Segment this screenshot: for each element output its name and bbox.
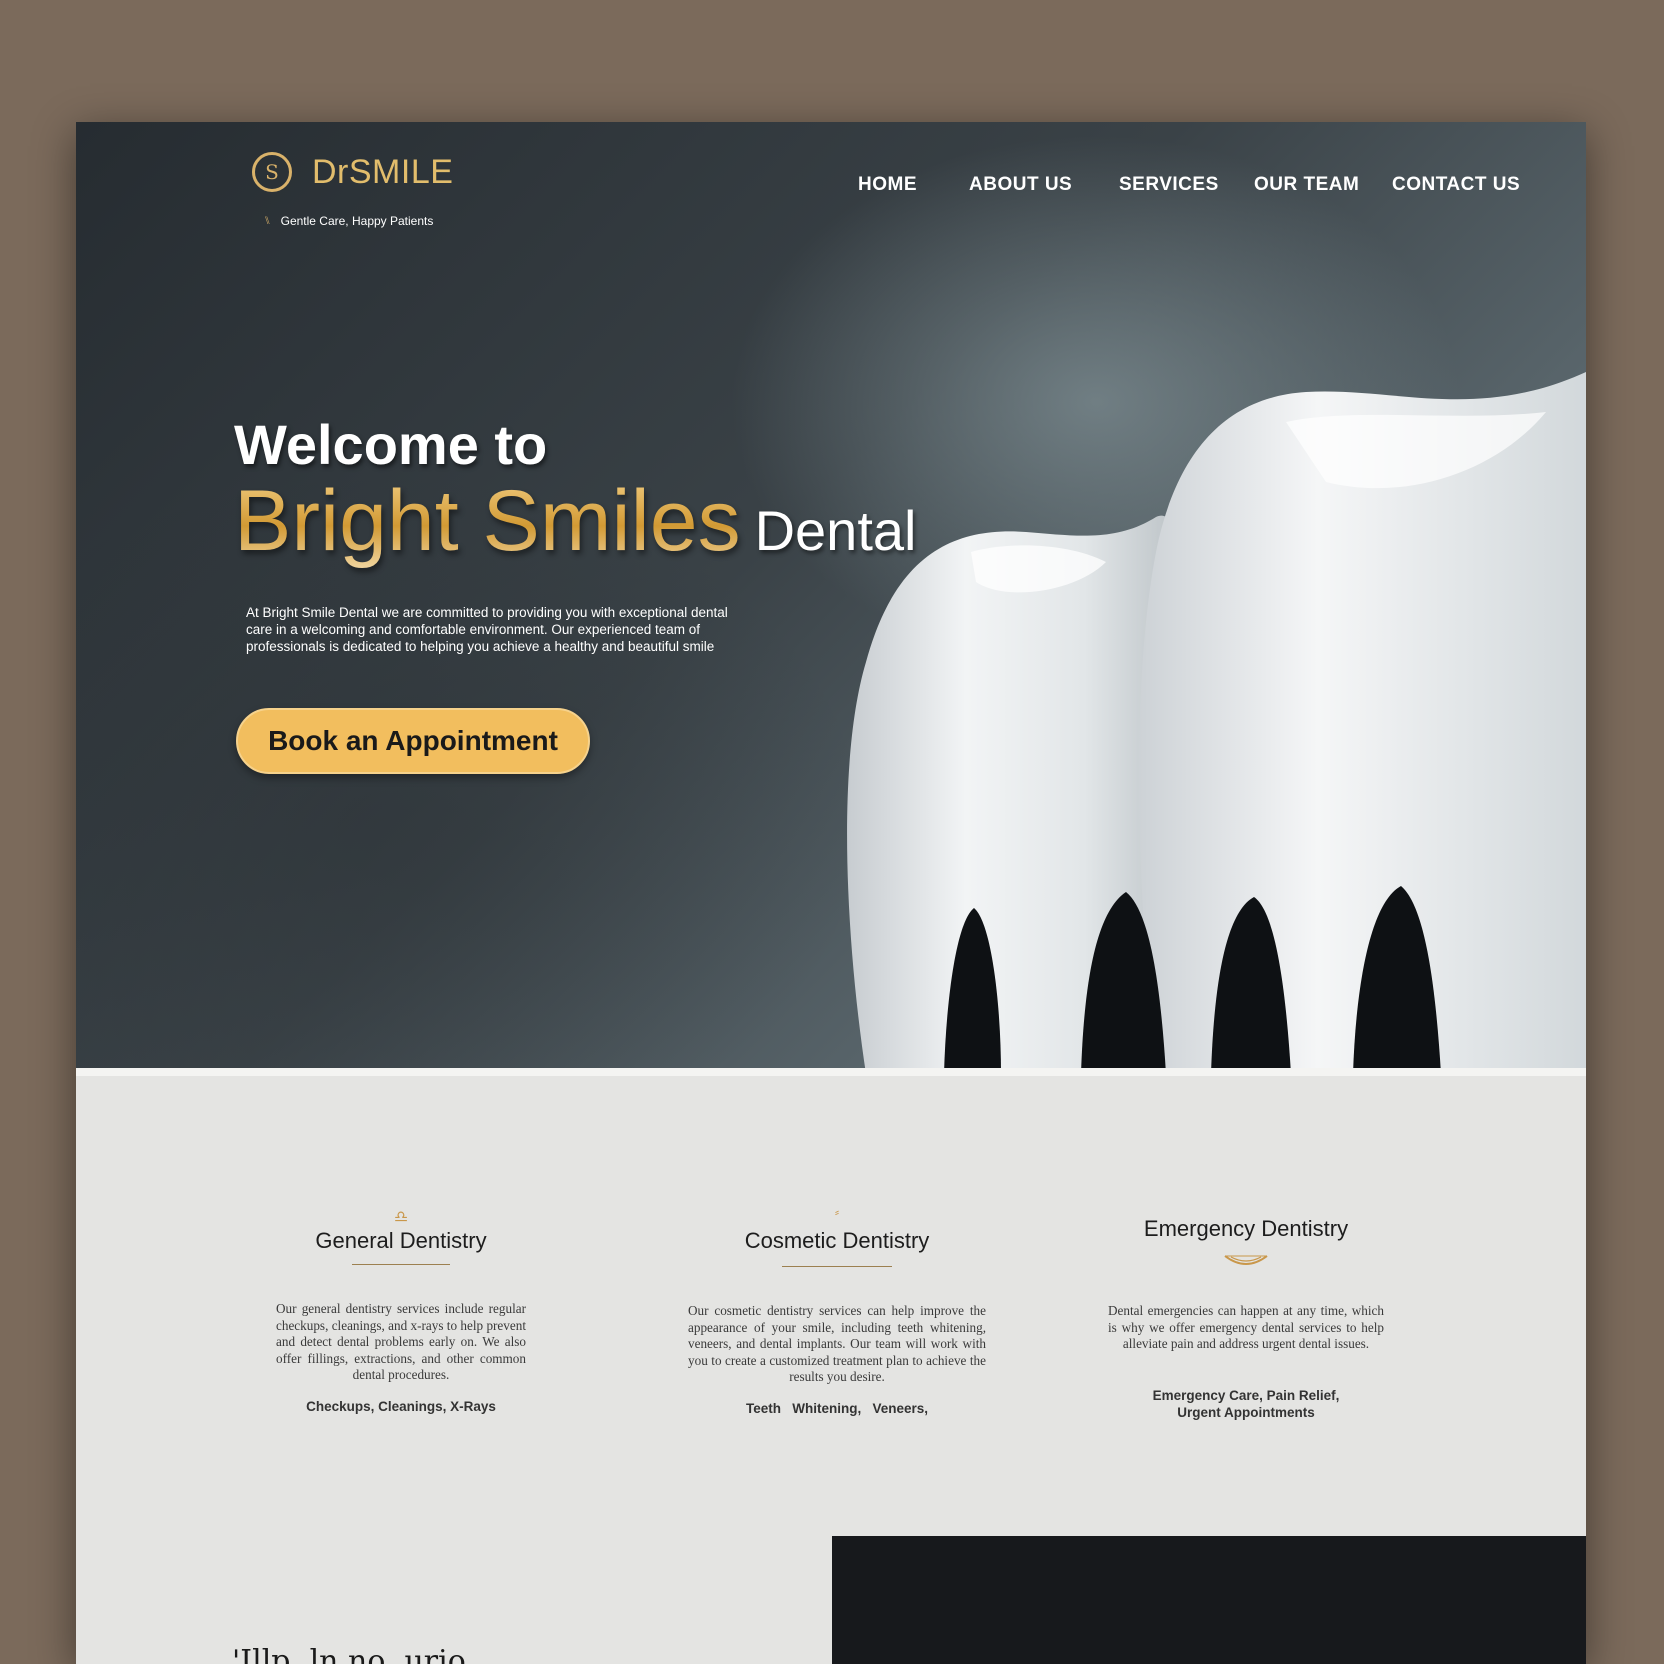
hero-title: Bright Smiles Dental <box>234 472 916 571</box>
nav-home[interactable]: HOME <box>858 174 917 196</box>
nav-contact-us[interactable]: CONTACT US <box>1392 174 1520 196</box>
tooth-illustration <box>847 372 1586 1074</box>
main-nav: HOME ABOUT US SERVICES OUR TEAM CONTACT … <box>76 174 1586 204</box>
dark-panel <box>832 1536 1586 1664</box>
nav-about-us[interactable]: ABOUT US <box>969 174 1072 196</box>
section-heading: 'Illp, ln no, urio <box>232 1644 466 1664</box>
service-tags: Emergency Care, Pain Relief, Urgent Appo… <box>1152 1387 1340 1420</box>
nav-services[interactable]: SERVICES <box>1119 174 1219 196</box>
tooth-outline-icon: ♎ <box>393 1209 409 1226</box>
service-description: Our general dentistry services include r… <box>276 1301 526 1382</box>
service-description: Dental emergencies can happen at any tim… <box>1108 1303 1384 1351</box>
book-appointment-button[interactable]: Book an Appointment <box>236 708 590 774</box>
service-divider <box>782 1266 892 1267</box>
service-divider <box>352 1264 450 1265</box>
hero-title-highlight: Bright Smiles <box>234 473 741 569</box>
service-title: General Dentistry <box>315 1228 487 1253</box>
service-title: Emergency Dentistry <box>1143 1216 1349 1241</box>
tagline: ⑊ Gentle Care, Happy Patients <box>264 214 433 228</box>
hero-title-welcome: Welcome to <box>234 413 548 476</box>
sparkle-icon: ⸗ <box>835 1205 839 1219</box>
nav-our-team[interactable]: OUR TEAM <box>1254 174 1359 196</box>
tooth-mark-icon: ⑊ <box>264 215 271 227</box>
service-description: Our cosmetic dentistry services can help… <box>688 1303 986 1384</box>
hero-title-suffix: Dental <box>754 499 917 562</box>
tagline-text: Gentle Care, Happy Patients <box>280 214 434 228</box>
hero-divider <box>76 1068 1586 1076</box>
page: S DrSMILE ⑊ Gentle Care, Happy Patients … <box>76 122 1586 1664</box>
service-tags: Teeth Whitening, Veneers, <box>745 1400 929 1416</box>
smile-icon <box>1108 1252 1384 1275</box>
hero-description: At Bright Smile Dental we are committed … <box>246 605 728 654</box>
service-title: Cosmetic Dentistry <box>744 1228 930 1253</box>
service-general: ♎ General Dentistry Our general dentistr… <box>276 1210 526 1415</box>
service-tags: Checkups, Cleanings, X-Rays <box>306 1398 496 1414</box>
service-emergency: Emergency Dentistry Dental emergencies c… <box>1108 1216 1384 1421</box>
service-cosmetic: ⸗ Cosmetic Dentistry Our cosmetic dentis… <box>688 1204 986 1417</box>
hero-section: S DrSMILE ⑊ Gentle Care, Happy Patients … <box>76 122 1586 1074</box>
